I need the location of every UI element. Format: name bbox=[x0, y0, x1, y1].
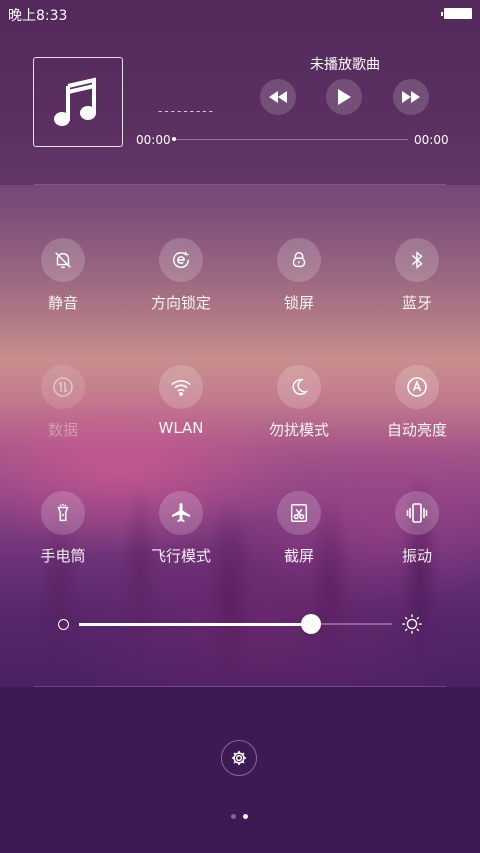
brightness-high-icon bbox=[402, 614, 422, 634]
data-icon bbox=[53, 377, 73, 397]
toggle-rotation-lock-circle bbox=[159, 238, 203, 282]
flashlight-icon bbox=[57, 503, 69, 522]
toggle-label: 截屏 bbox=[283, 547, 314, 565]
toggle-dnd[interactable]: 勿扰模式 bbox=[249, 365, 349, 445]
toggle-silent-circle bbox=[41, 238, 85, 282]
toggle-wlan-circle bbox=[159, 365, 203, 409]
toggle-label: 飞行模式 bbox=[150, 547, 211, 565]
toggle-bluetooth-circle bbox=[395, 238, 439, 282]
artist-placeholder: --------- bbox=[158, 104, 215, 118]
toggle-screenshot-circle bbox=[277, 491, 321, 535]
moon-icon bbox=[292, 378, 309, 395]
toggle-label: 静音 bbox=[47, 294, 78, 312]
toggle-label: 蓝牙 bbox=[401, 294, 432, 312]
music-progress-track[interactable] bbox=[173, 139, 408, 140]
toggle-silent[interactable]: 静音 bbox=[13, 238, 113, 318]
toggle-airplane-circle bbox=[159, 491, 203, 535]
music-progress-thumb[interactable] bbox=[172, 137, 176, 141]
brightness-slider-fill bbox=[79, 623, 311, 626]
toggle-vibrate-circle bbox=[395, 491, 439, 535]
toggle-bluetooth[interactable]: 蓝牙 bbox=[367, 238, 467, 318]
battery-icon bbox=[441, 8, 472, 19]
toggle-label: WLAN bbox=[158, 419, 204, 437]
toggle-lock-screen-circle bbox=[277, 238, 321, 282]
status-bar: 晚上8:33 bbox=[0, 0, 480, 28]
lock-icon bbox=[292, 251, 306, 268]
toggle-auto-brightness[interactable]: 自动亮度 bbox=[367, 365, 467, 445]
toggle-label: 手电筒 bbox=[40, 547, 86, 565]
page-indicator-dot[interactable] bbox=[231, 814, 236, 819]
toggle-data-circle bbox=[41, 365, 85, 409]
gear-icon bbox=[231, 750, 247, 766]
page-indicator-dot-active[interactable] bbox=[243, 814, 248, 819]
toggle-label: 锁屏 bbox=[283, 294, 314, 312]
divider-top bbox=[34, 184, 446, 185]
toggle-flashlight-circle bbox=[41, 491, 85, 535]
song-title: 未播放歌曲 bbox=[310, 57, 380, 73]
fast-forward-icon bbox=[402, 91, 420, 103]
toggle-wlan[interactable]: WLAN bbox=[131, 365, 231, 445]
next-button[interactable] bbox=[393, 79, 429, 115]
previous-button[interactable] bbox=[260, 79, 296, 115]
play-icon bbox=[338, 89, 351, 105]
brightness-low-icon bbox=[58, 619, 69, 630]
play-button[interactable] bbox=[326, 79, 362, 115]
toggle-label: 数据 bbox=[47, 421, 78, 439]
toggle-vibrate[interactable]: 振动 bbox=[367, 491, 467, 571]
settings-button[interactable] bbox=[221, 740, 257, 776]
bluetooth-icon bbox=[411, 251, 423, 269]
toggle-data[interactable]: 数据 bbox=[13, 365, 113, 445]
album-art[interactable] bbox=[33, 57, 123, 147]
screenshot-icon bbox=[290, 504, 308, 522]
auto-brightness-icon bbox=[407, 377, 427, 397]
airplane-icon bbox=[172, 503, 190, 522]
music-note-icon bbox=[54, 77, 96, 126]
toggle-label: 自动亮度 bbox=[386, 421, 447, 439]
toggle-airplane[interactable]: 飞行模式 bbox=[131, 491, 231, 571]
current-time: 00:00 bbox=[136, 133, 171, 147]
toggle-dnd-circle bbox=[277, 365, 321, 409]
status-time: 晚上8:33 bbox=[8, 8, 68, 24]
toggle-rotation-lock[interactable]: 方向锁定 bbox=[131, 238, 231, 318]
rewind-icon bbox=[269, 91, 287, 103]
divider-bottom bbox=[34, 686, 446, 687]
toggle-auto-brightness-circle bbox=[395, 365, 439, 409]
toggle-label: 勿扰模式 bbox=[268, 421, 329, 439]
brightness-slider-thumb[interactable] bbox=[300, 614, 321, 634]
toggle-label: 方向锁定 bbox=[150, 294, 211, 312]
toggle-screenshot[interactable]: 截屏 bbox=[249, 491, 349, 571]
vibrate-icon bbox=[406, 503, 428, 523]
toggle-flashlight[interactable]: 手电筒 bbox=[13, 491, 113, 571]
toggle-lock-screen[interactable]: 锁屏 bbox=[249, 238, 349, 318]
wifi-icon bbox=[171, 380, 191, 396]
bell-off-icon bbox=[55, 252, 71, 269]
toggle-label: 振动 bbox=[401, 547, 432, 565]
total-time: 00:00 bbox=[414, 133, 449, 147]
rotation-lock-icon bbox=[173, 251, 190, 269]
